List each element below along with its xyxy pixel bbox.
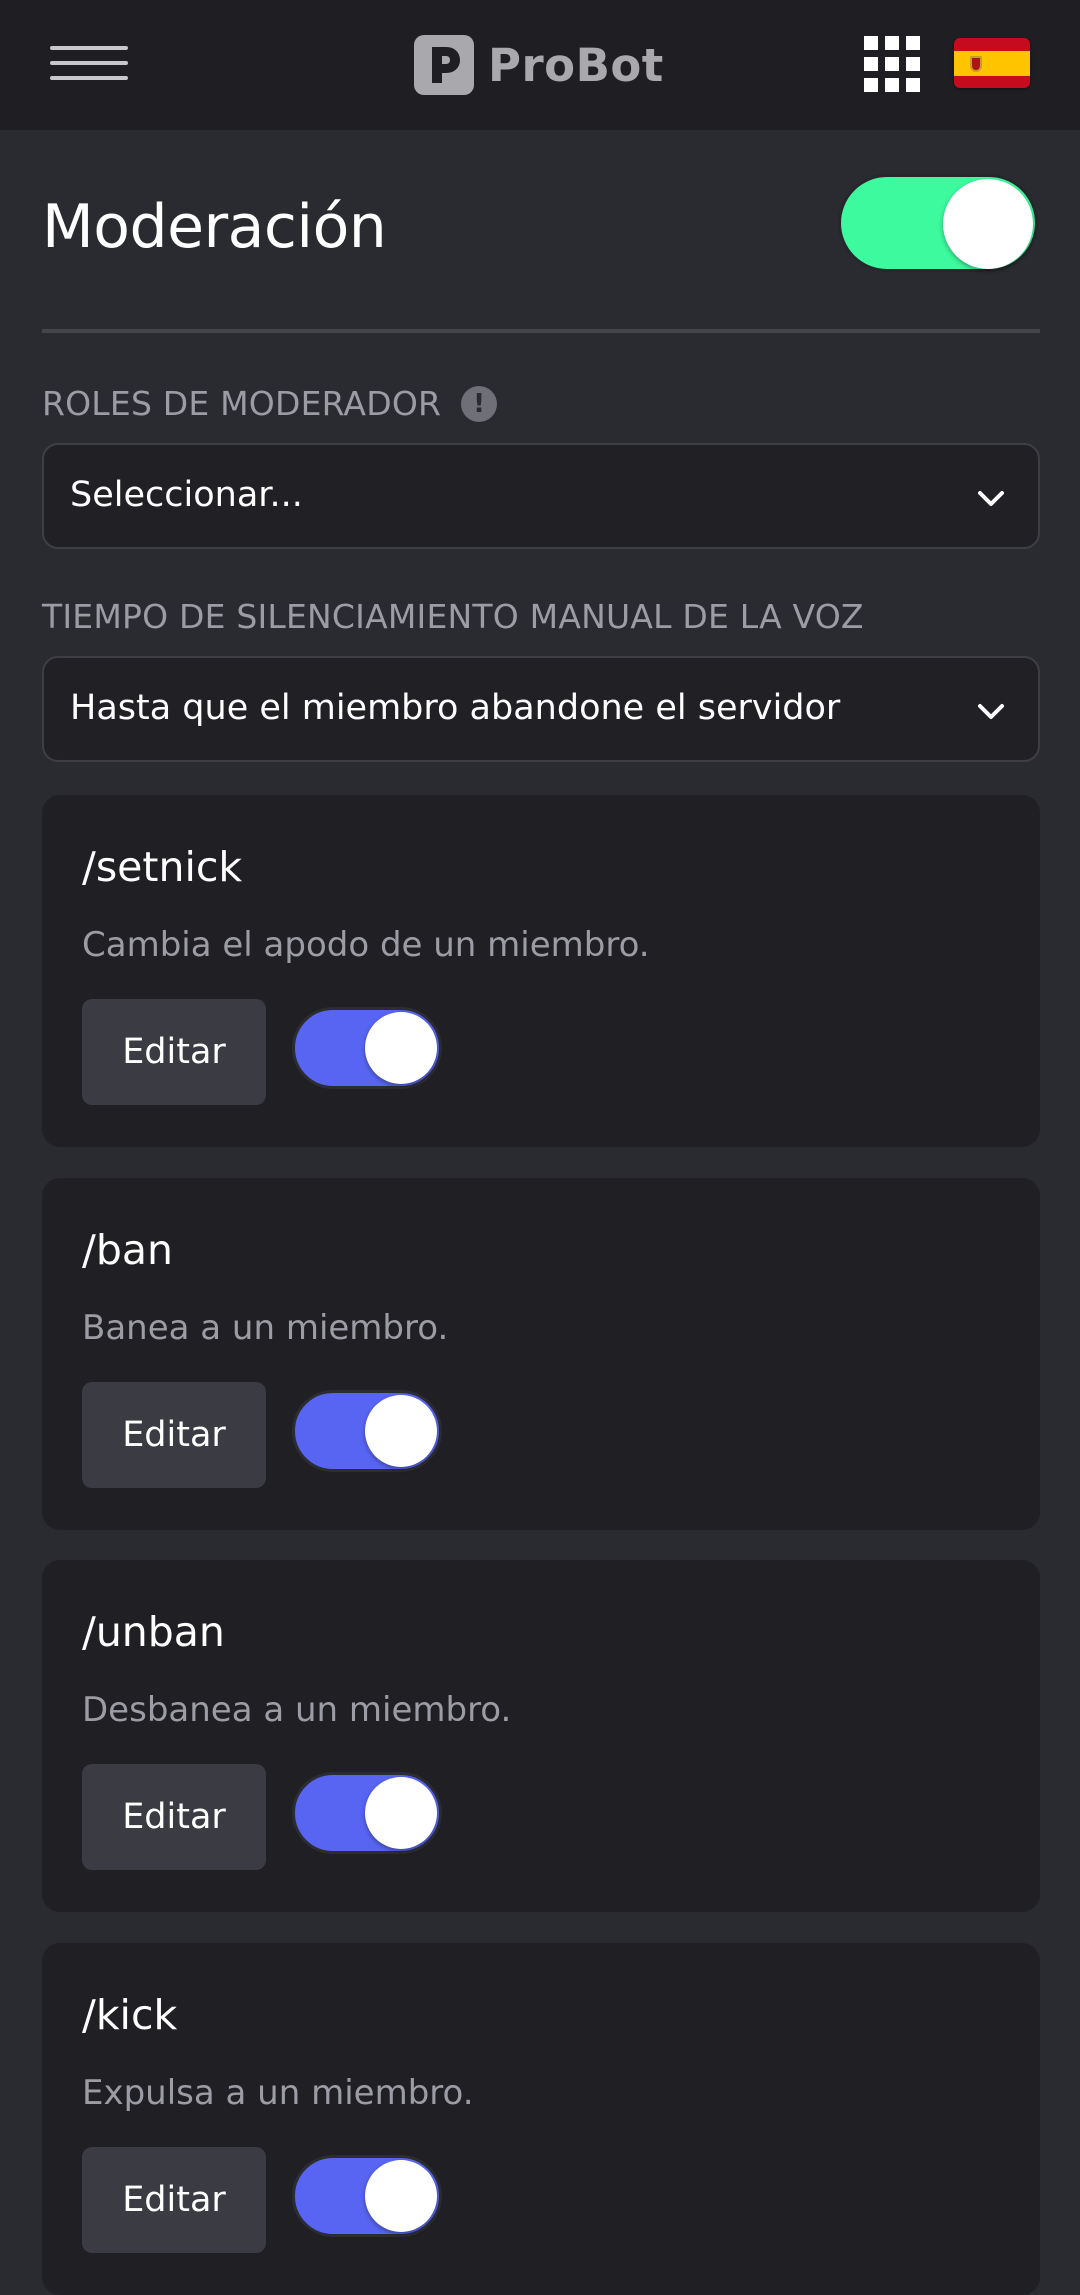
probot-logo-icon	[414, 35, 474, 95]
command-card-unban: /unban Desbanea a un miembro. Editar	[42, 1560, 1040, 1912]
toggle-knob	[365, 1395, 437, 1467]
voice-mute-time-label: TIEMPO DE SILENCIAMIENTO MANUAL DE LA VO…	[42, 597, 864, 636]
toggle-knob	[365, 2160, 437, 2232]
voice-mute-time-value: Hasta que el miembro abandone el servido…	[70, 688, 841, 728]
brand-logo-link[interactable]: ProBot	[414, 34, 664, 96]
toggle-knob	[365, 1777, 437, 1849]
toggle-knob	[943, 179, 1033, 269]
info-icon[interactable]: !	[461, 385, 498, 422]
section-divider	[42, 329, 1040, 333]
voice-mute-time-select[interactable]: Hasta que el miembro abandone el servido…	[42, 656, 1040, 762]
moderator-roles-label: ROLES DE MODERADOR !	[42, 384, 498, 423]
edit-setnick-button[interactable]: Editar	[82, 999, 266, 1105]
ban-enable-toggle[interactable]	[292, 1390, 442, 1472]
chevron-down-icon	[978, 491, 1004, 506]
command-description: Expulsa a un miembro.	[82, 2073, 474, 2113]
setnick-enable-toggle[interactable]	[292, 1007, 442, 1089]
unban-enable-toggle[interactable]	[292, 1772, 442, 1854]
command-description: Desbanea a un miembro.	[82, 1690, 512, 1730]
command-name: /kick	[82, 1991, 178, 2039]
command-name: /setnick	[82, 843, 243, 891]
edit-unban-button[interactable]: Editar	[82, 1764, 266, 1870]
moderator-roles-placeholder: Seleccionar...	[70, 475, 303, 515]
command-card-ban: /ban Banea a un miembro. Editar	[42, 1178, 1040, 1530]
brand-name: ProBot	[488, 38, 664, 92]
moderator-roles-select[interactable]: Seleccionar...	[42, 443, 1040, 549]
top-navbar: ProBot	[0, 0, 1080, 130]
moderator-roles-label-text: ROLES DE MODERADOR	[42, 384, 442, 423]
chevron-down-icon	[978, 704, 1004, 719]
edit-kick-button[interactable]: Editar	[82, 2147, 266, 2253]
page-title: Moderación	[42, 192, 387, 262]
moderation-enable-toggle[interactable]	[838, 174, 1038, 272]
hamburger-menu-icon[interactable]	[50, 46, 128, 82]
command-description: Cambia el apodo de un miembro.	[82, 925, 650, 965]
command-card-kick: /kick Expulsa a un miembro. Editar	[42, 1943, 1040, 2295]
spain-flag-icon[interactable]	[954, 38, 1030, 88]
command-name: /unban	[82, 1608, 225, 1656]
command-name: /ban	[82, 1226, 173, 1274]
kick-enable-toggle[interactable]	[292, 2155, 442, 2237]
toggle-knob	[365, 1012, 437, 1084]
edit-ban-button[interactable]: Editar	[82, 1382, 266, 1488]
apps-grid-icon[interactable]	[864, 36, 920, 92]
command-description: Banea a un miembro.	[82, 1308, 449, 1348]
command-card-setnick: /setnick Cambia el apodo de un miembro. …	[42, 795, 1040, 1147]
